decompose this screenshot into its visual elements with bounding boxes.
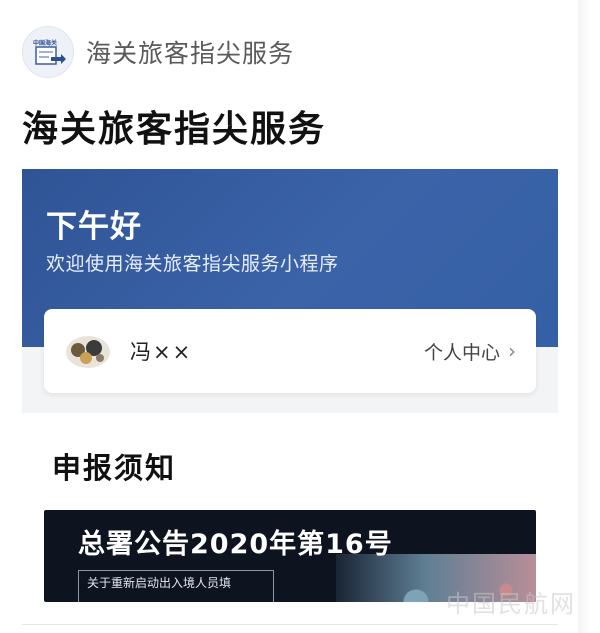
personal-center-label: 个人中心 [423,341,500,364]
page-edge [578,0,600,633]
section-title: 申报须知 [52,451,177,485]
user-name: 冯×× [130,340,193,364]
welcome-text: 欢迎使用海关旅客指尖服务小程序 [46,253,339,275]
greeting-text: 下午好 [46,209,142,245]
customs-logo-icon: 中国海关 [22,26,74,78]
personal-center-link[interactable]: 个人中心 › [424,338,516,365]
user-card[interactable]: 冯×× 个人中心 › [44,309,536,393]
divider [22,624,558,625]
mini-program-header: 中国海关 海关旅客指尖服务 [22,26,294,78]
page-title: 海关旅客指尖服务 [22,109,327,150]
hero-section: 下午好 欢迎使用海关旅客指尖服务小程序 冯×× 个人中心 › [22,169,558,413]
notice-headline: 总署公告2020年第16号 [78,529,393,560]
avatar [64,332,112,370]
watermark: 中国民航网 [446,590,576,618]
mini-program-name: 海关旅客指尖服务 [86,39,295,68]
avatar-image-icon [66,336,110,368]
notice-subtext: 关于重新启动出入境人员填 [78,570,274,602]
chevron-right-icon: › [508,339,516,363]
form-arrow-icon [35,46,66,65]
